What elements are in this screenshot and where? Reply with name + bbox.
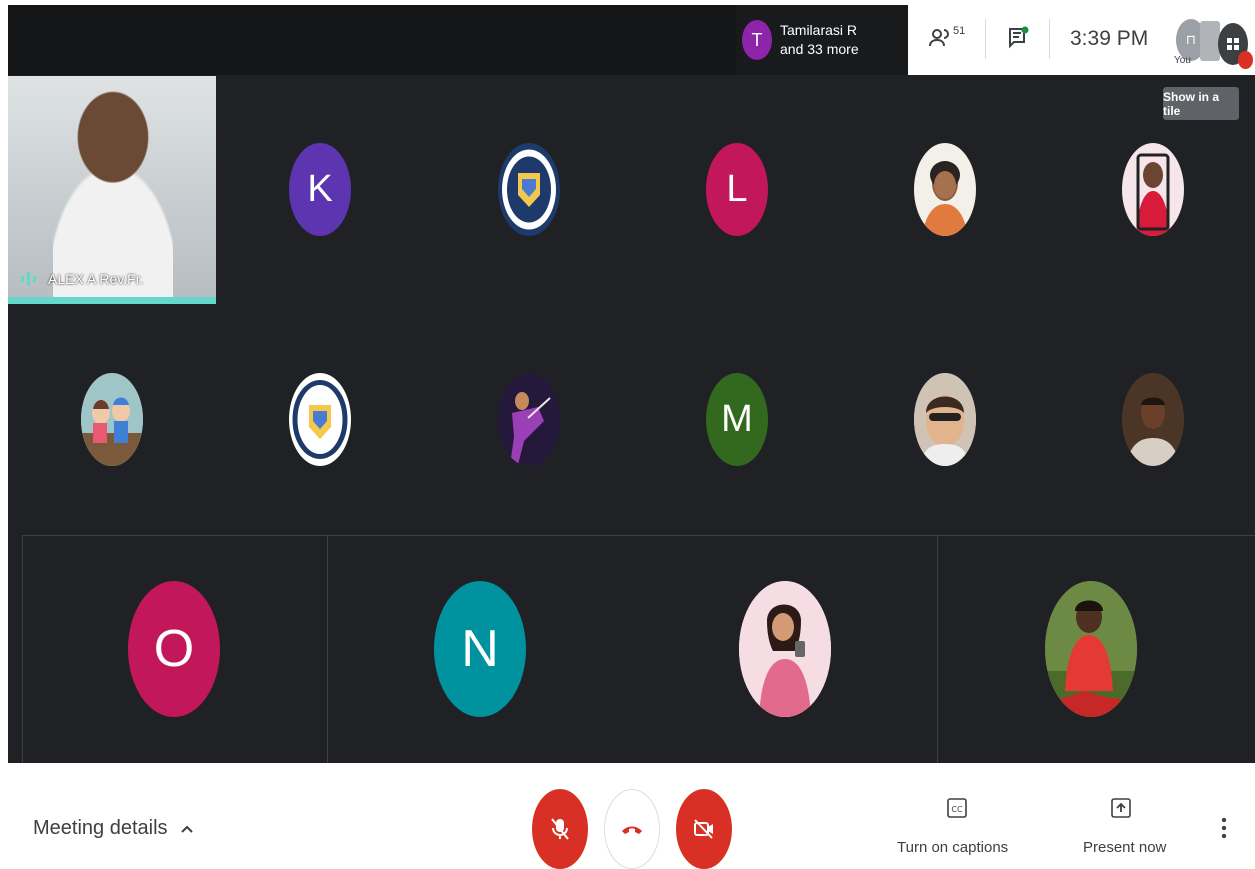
speaker-name: ALEX A Rev.Fr. [48,271,144,287]
participant-avatar[interactable]: K [289,143,351,236]
participant-photo[interactable] [914,143,976,236]
people-count: 51 [953,25,966,37]
participant-avatar: N [434,581,526,717]
top-bar [8,5,736,75]
people-button[interactable]: 51 [928,25,965,51]
pin-icon: ⊓ [1185,32,1197,47]
camera-toggle-button[interactable] [676,789,732,869]
presenter-indicator[interactable]: T Tamilarasi R and 33 more [736,5,908,75]
meeting-details-label: Meeting details [33,817,168,839]
present-now-button[interactable]: Present now [1078,797,1168,857]
college-logo-avatar[interactable] [498,143,560,236]
participant-photo[interactable] [1122,373,1184,466]
mic-toggle-button[interactable] [532,789,588,869]
present-label: Present now [1083,839,1167,856]
college-logo-avatar[interactable] [289,373,351,466]
participant-photo[interactable] [914,373,976,466]
participant-photo[interactable] [81,373,143,466]
captions-label: Turn on captions [897,839,1009,856]
participant-avatar: O [128,581,220,717]
meet-window: T Tamilarasi R and 33 more 51 3:39 PM ⊓ … [0,0,1255,869]
chevron-up-icon [180,825,193,833]
svg-text:CC: CC [951,805,963,814]
participant-photo [1045,581,1137,717]
people-icon [929,29,949,47]
participant-photo [739,581,831,717]
self-label: You [1174,55,1191,66]
participant-photo[interactable] [1122,143,1184,236]
cc-icon: CC [947,798,967,818]
more-vert-icon [1221,817,1227,839]
clock: 3:39 PM [1070,27,1149,50]
participant-avatar[interactable]: L [706,143,768,236]
camera-off-icon [694,819,713,839]
grid-icon [1227,38,1239,50]
hangup-button[interactable] [604,789,660,869]
self-photo [1200,21,1220,61]
present-icon [1111,798,1131,818]
audio-wave-icon [21,272,36,286]
chat-button[interactable] [1006,23,1030,58]
hangup-icon [622,826,642,834]
divider [985,19,986,59]
mic-off-icon [551,818,569,840]
participant-photo[interactable] [498,373,560,466]
divider [1049,19,1050,59]
speaker-tile[interactable]: ALEX A Rev.Fr. [8,76,216,304]
chat-icon [1009,26,1029,49]
meeting-details-button[interactable]: Meeting details [33,817,194,840]
presenter-more: and 33 more [780,41,859,57]
show-in-tile-tooltip: Show in a tile [1163,87,1239,120]
speaking-indicator [8,297,216,304]
presenter-name: Tamilarasi R [780,22,858,38]
self-mic-off-badge [1238,51,1253,69]
presenter-avatar: T [742,20,772,60]
captions-button[interactable]: CC Turn on captions [892,797,1022,857]
more-options-button[interactable] [1214,810,1234,846]
top-right-controls: 51 3:39 PM ⊓ You [908,5,1255,75]
participant-avatar[interactable]: M [706,373,768,466]
